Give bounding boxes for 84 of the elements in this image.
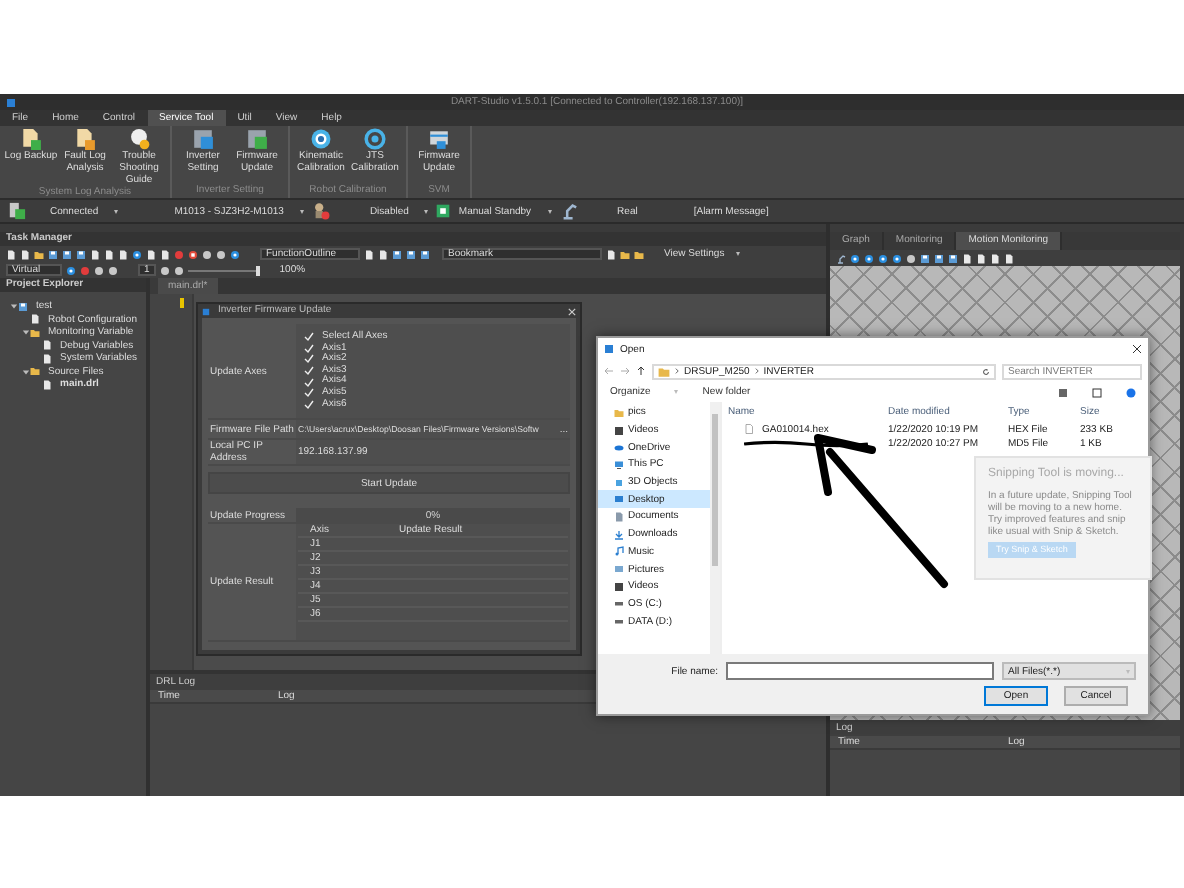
view-icon[interactable]	[920, 253, 930, 263]
caret-icon[interactable]	[299, 209, 304, 213]
caret-icon[interactable]	[736, 252, 741, 256]
target-icon	[310, 128, 332, 150]
cloud-icon	[614, 442, 624, 453]
folder-icon	[30, 366, 40, 377]
circle-icon[interactable]	[132, 249, 142, 259]
record-icon[interactable]	[174, 249, 184, 259]
circle-icon[interactable]	[216, 249, 226, 259]
file-icon	[744, 424, 754, 434]
expander-icon[interactable]	[21, 328, 29, 337]
circle-icon[interactable]	[94, 265, 104, 275]
document-icon	[20, 128, 42, 150]
robot-icon	[311, 202, 330, 220]
checkbox[interactable]	[304, 399, 314, 410]
file-icon	[30, 314, 40, 325]
chevron-icon	[753, 368, 760, 374]
circle-icon[interactable]	[230, 249, 240, 259]
stop-icon[interactable]	[188, 249, 198, 259]
mode-icon	[436, 204, 451, 218]
caret-icon[interactable]	[547, 209, 552, 213]
film-icon	[614, 581, 624, 592]
save-icon[interactable]	[62, 249, 72, 259]
pointer-icon[interactable]	[836, 253, 846, 263]
preview-pane-icon[interactable]	[1092, 387, 1102, 397]
computer-icon	[614, 459, 624, 470]
circle-icon[interactable]	[864, 253, 874, 263]
save-icon[interactable]	[392, 249, 402, 259]
save-icon[interactable]	[406, 249, 416, 259]
app-icon	[202, 307, 210, 315]
view-icon[interactable]	[934, 253, 944, 263]
save-icon[interactable]	[48, 249, 58, 259]
folder-icon	[30, 327, 40, 338]
circle-icon[interactable]	[850, 253, 860, 263]
checkbox[interactable]	[304, 343, 314, 354]
download-icon	[614, 529, 624, 540]
help-icon	[128, 128, 150, 150]
expander-icon[interactable]	[9, 302, 17, 311]
circle-icon[interactable]	[202, 249, 212, 259]
device-icon	[246, 128, 268, 150]
save-icon[interactable]	[76, 249, 86, 259]
circle-icon[interactable]	[159, 265, 170, 275]
chevron-icon	[674, 368, 680, 374]
music-icon	[614, 546, 624, 557]
close-icon[interactable]	[1132, 344, 1142, 354]
file-icon	[42, 379, 52, 390]
save-icon[interactable]	[420, 249, 430, 259]
circle-icon[interactable]	[906, 253, 916, 263]
checkbox[interactable]	[304, 377, 314, 388]
circle-icon[interactable]	[108, 265, 118, 275]
app-icon	[6, 97, 16, 107]
scrollbar[interactable]	[710, 402, 720, 654]
desktop-icon	[614, 494, 624, 505]
circle-icon[interactable]	[173, 265, 184, 275]
chip-icon	[428, 128, 450, 150]
bookmark-marker	[180, 298, 184, 308]
refresh-icon[interactable]	[982, 367, 990, 375]
device-icon	[192, 128, 214, 150]
folder-icon	[658, 365, 670, 377]
document-icon	[74, 128, 96, 150]
cube-icon	[614, 477, 624, 488]
help-icon[interactable]	[1126, 387, 1136, 397]
checkbox[interactable]	[304, 354, 314, 365]
up-arrow-icon[interactable]	[636, 366, 646, 376]
checkbox[interactable]	[304, 332, 314, 343]
project-icon	[18, 301, 28, 312]
app-icon	[604, 344, 614, 354]
checkbox[interactable]	[304, 366, 314, 377]
folder-icon	[614, 407, 624, 418]
robot-arm-icon	[559, 202, 578, 220]
checkbox[interactable]	[304, 388, 314, 399]
view-icon[interactable]	[948, 253, 958, 263]
caret-icon[interactable]	[424, 209, 429, 213]
picture-icon	[614, 564, 624, 575]
expander-icon[interactable]	[21, 367, 29, 376]
file-name-field[interactable]	[726, 662, 994, 680]
computer-icon	[8, 202, 26, 220]
document-icon	[614, 511, 624, 522]
ring-icon	[364, 128, 386, 150]
caret-icon[interactable]	[114, 209, 119, 213]
play-icon[interactable]	[66, 265, 76, 275]
film-icon	[614, 425, 624, 436]
slider-thumb[interactable]	[255, 265, 260, 275]
view-icon[interactable]	[1058, 387, 1068, 397]
